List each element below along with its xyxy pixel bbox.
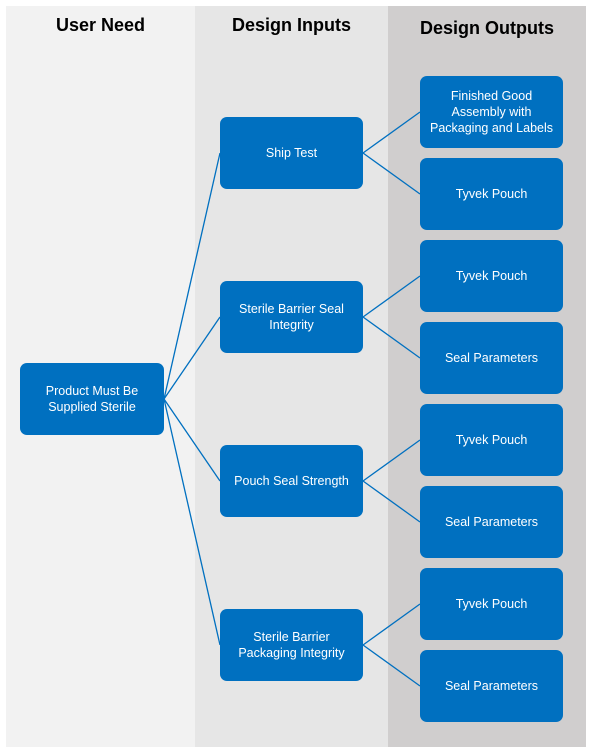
connector-line — [362, 152, 421, 195]
design-output-box: Tyvek Pouch — [420, 568, 563, 640]
design-output-box: Tyvek Pouch — [420, 158, 563, 230]
connector-line — [362, 480, 421, 523]
design-input-box: Sterile Barrier Seal Integrity — [220, 281, 363, 353]
connector-line — [163, 152, 221, 400]
design-output-box: Tyvek Pouch — [420, 404, 563, 476]
design-output-box: Seal Parameters — [420, 486, 563, 558]
connector-line — [362, 644, 421, 687]
design-input-box: Ship Test — [220, 117, 363, 189]
connector-line — [163, 398, 221, 646]
connector-line — [362, 111, 421, 154]
user-need-box: Product Must Be Supplied Sterile — [20, 363, 164, 435]
design-output-box: Tyvek Pouch — [420, 240, 563, 312]
design-output-box: Finished Good Assembly with Packaging an… — [420, 76, 563, 148]
design-output-box: Seal Parameters — [420, 322, 563, 394]
connector-line — [362, 439, 421, 482]
connector-line — [362, 603, 421, 646]
design-output-box: Seal Parameters — [420, 650, 563, 722]
design-input-box: Pouch Seal Strength — [220, 445, 363, 517]
design-input-box: Sterile Barrier Packaging Integrity — [220, 609, 363, 681]
connector-line — [362, 275, 421, 318]
connector-line — [163, 398, 221, 482]
connector-line — [163, 316, 221, 400]
connector-line — [362, 316, 421, 359]
